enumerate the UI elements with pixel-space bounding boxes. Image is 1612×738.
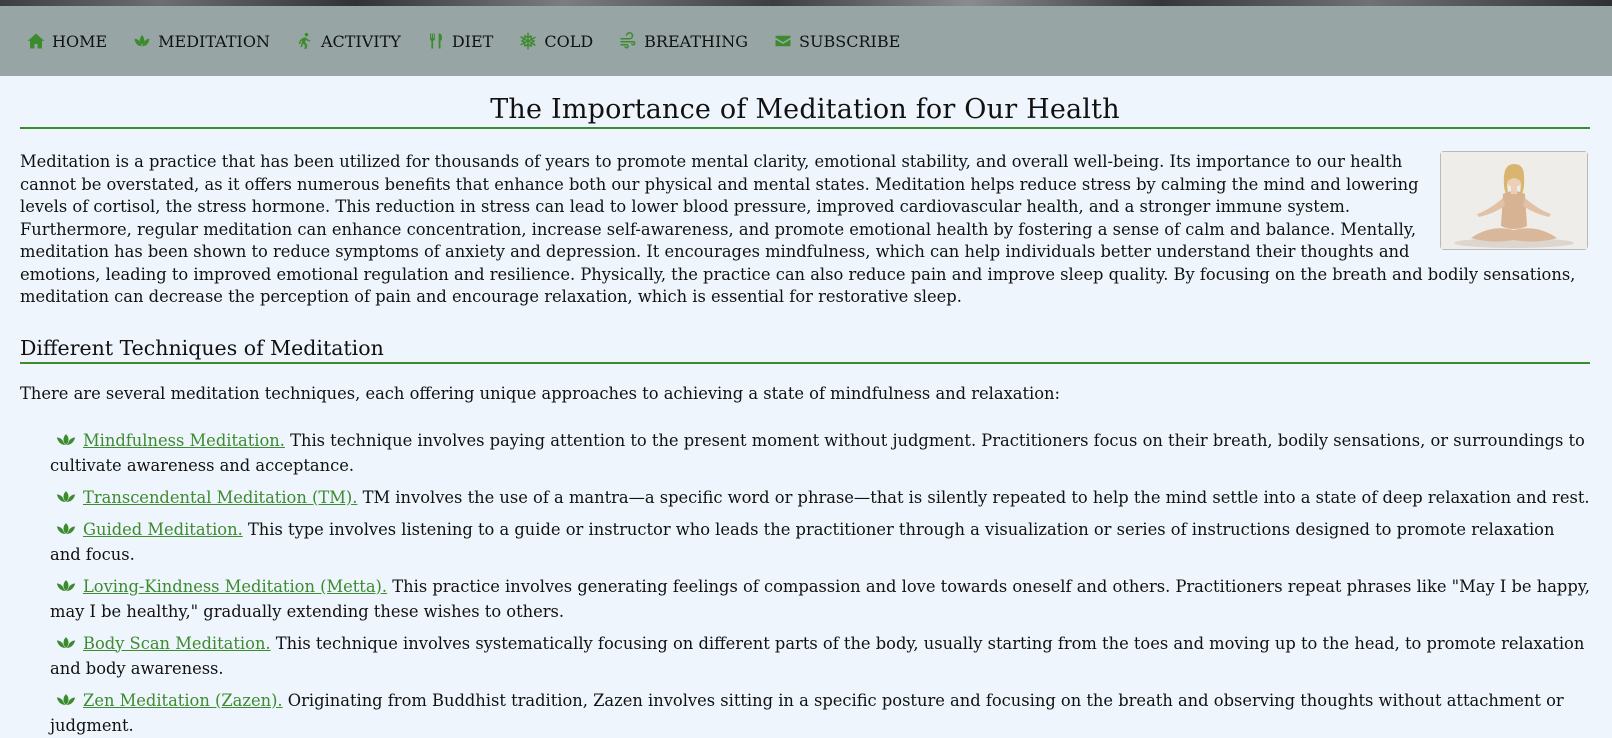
wind-icon <box>620 32 636 49</box>
list-item: Zen Meditation (Zazen). Originating from… <box>50 688 1590 738</box>
intro-section: Meditation is a practice that has been u… <box>20 151 1590 309</box>
meditating-woman-illustration <box>1441 152 1587 249</box>
list-item: Guided Meditation. This type involves li… <box>50 517 1590 567</box>
home-icon <box>27 33 45 49</box>
lotus-bullet-icon <box>56 632 76 648</box>
main-nav: HOME MEDITATION ACTIVITY DIET COLD BREAT… <box>0 6 1612 76</box>
techniques-list: Mindfulness Meditation. This technique i… <box>20 428 1590 738</box>
techniques-lead: There are several meditation techniques,… <box>20 383 1060 403</box>
meditation-image <box>1440 151 1588 250</box>
nav-item-breathing[interactable]: BREATHING <box>619 32 748 51</box>
running-icon <box>298 32 311 49</box>
nav-item-label: ACTIVITY <box>320 31 401 51</box>
technique-link-zen[interactable]: Zen Meditation (Zazen). <box>83 691 283 710</box>
list-item: Transcendental Meditation (TM). TM invol… <box>50 485 1590 510</box>
nav-item-activity[interactable]: ACTIVITY <box>296 32 401 51</box>
section-heading-techniques: Different Techniques of Meditation <box>20 336 1590 364</box>
list-item: Body Scan Meditation. This technique inv… <box>50 631 1590 681</box>
nav-item-label: MEDITATION <box>158 31 270 51</box>
intro-paragraph: Meditation is a practice that has been u… <box>20 152 1576 306</box>
technique-description: This type involves listening to a guide … <box>50 519 1555 564</box>
envelope-icon <box>775 35 791 47</box>
technique-link-guided[interactable]: Guided Meditation. <box>83 520 243 539</box>
technique-link-mindfulness[interactable]: Mindfulness Meditation. <box>83 431 285 450</box>
lotus-bullet-icon <box>56 689 76 705</box>
lotus-icon <box>134 35 150 47</box>
nav-item-label: COLD <box>544 31 594 51</box>
nav-item-label: SUBSCRIBE <box>799 31 901 51</box>
snowflake-icon <box>520 32 537 50</box>
technique-description: TM involves the use of a mantra—a specif… <box>357 487 1590 507</box>
nav-item-meditation[interactable]: MEDITATION <box>133 32 270 51</box>
nav-item-label: HOME <box>52 31 108 51</box>
list-item: Loving-Kindness Meditation (Metta). This… <box>50 574 1590 624</box>
technique-link-transcendental[interactable]: Transcendental Meditation (TM). <box>83 488 357 507</box>
article: The Importance of Meditation for Our Hea… <box>0 94 1612 738</box>
nav-item-subscribe[interactable]: SUBSCRIBE <box>774 32 900 51</box>
nav-item-home[interactable]: HOME <box>27 32 107 51</box>
nav-item-label: BREATHING <box>644 31 749 51</box>
lotus-bullet-icon <box>56 518 76 534</box>
technique-link-loving-kindness[interactable]: Loving-Kindness Meditation (Metta). <box>83 577 387 596</box>
list-item: Mindfulness Meditation. This technique i… <box>50 428 1590 478</box>
nav-item-label: DIET <box>451 31 494 51</box>
lotus-bullet-icon <box>56 575 76 591</box>
nav-item-diet[interactable]: DIET <box>427 31 494 51</box>
utensils-icon <box>429 33 442 49</box>
page-title: The Importance of Meditation for Our Hea… <box>20 94 1590 129</box>
lotus-bullet-icon <box>56 429 76 445</box>
lotus-bullet-icon <box>56 486 76 502</box>
nav-item-cold[interactable]: COLD <box>519 32 593 51</box>
technique-link-body-scan[interactable]: Body Scan Meditation. <box>83 634 271 653</box>
technique-description: This technique involves systematically f… <box>50 633 1585 678</box>
